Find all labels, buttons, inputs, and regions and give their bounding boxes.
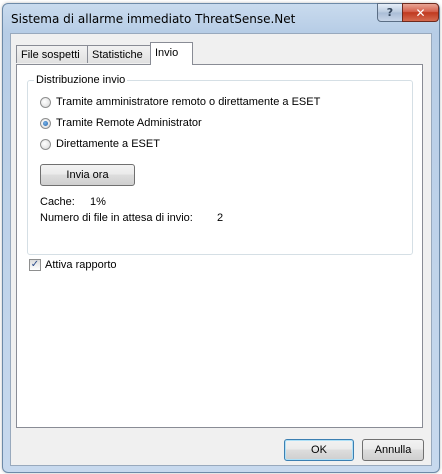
title-bar[interactable]: Sistema di allarme immediato ThreatSense… bbox=[3, 3, 439, 31]
checkmark-icon: ✓ bbox=[30, 259, 40, 270]
tab-invio[interactable]: Invio bbox=[150, 42, 193, 65]
close-button[interactable]: ✕ bbox=[402, 3, 439, 22]
help-icon: ? bbox=[386, 6, 394, 19]
dialog-window: Sistema di allarme immediato ThreatSense… bbox=[2, 3, 440, 473]
radio-option-remote-or-direct[interactable]: Tramite amministratore remoto o direttam… bbox=[40, 96, 320, 108]
cache-label: Cache: bbox=[40, 196, 75, 208]
radio-button-selected[interactable] bbox=[40, 117, 51, 129]
radio-label: Tramite Remote Administrator bbox=[56, 117, 202, 129]
tab-panel-invio: Distribuzione invio Tramite amministrato… bbox=[16, 64, 423, 428]
radio-label: Tramite amministratore remoto o direttam… bbox=[56, 96, 321, 108]
dialog-client-area: File sospetti Statistiche Invio Distribu… bbox=[10, 33, 432, 466]
enable-logging-checkbox-row[interactable]: ✓ Attiva rapporto bbox=[29, 259, 117, 271]
window-title: Sistema di allarme immediato ThreatSense… bbox=[11, 12, 296, 26]
radio-label: Direttamente a ESET bbox=[56, 138, 160, 150]
radio-option-direct-eset[interactable]: Direttamente a ESET bbox=[40, 138, 160, 150]
cache-value: 1% bbox=[90, 196, 106, 208]
checkbox-checked[interactable]: ✓ bbox=[29, 259, 41, 271]
radio-button[interactable] bbox=[40, 138, 51, 150]
close-icon: ✕ bbox=[415, 5, 426, 20]
checkbox-label: Attiva rapporto bbox=[45, 259, 117, 271]
pending-files-label: Numero di file in attesa di invio: bbox=[40, 212, 193, 224]
tab-file-sospetti[interactable]: File sospetti bbox=[16, 45, 88, 63]
help-button[interactable]: ? bbox=[377, 3, 403, 22]
radio-button[interactable] bbox=[40, 96, 51, 108]
cancel-button[interactable]: Annulla bbox=[362, 439, 424, 461]
send-now-button[interactable]: Invia ora bbox=[40, 164, 135, 186]
tab-statistiche[interactable]: Statistiche bbox=[87, 45, 151, 63]
ok-button[interactable]: OK bbox=[284, 439, 354, 461]
pending-files-value: 2 bbox=[217, 212, 224, 224]
radio-option-remote-administrator[interactable]: Tramite Remote Administrator bbox=[40, 117, 202, 129]
distribution-groupbox: Distribuzione invio Tramite amministrato… bbox=[27, 74, 413, 255]
group-title: Distribuzione invio bbox=[34, 74, 128, 86]
